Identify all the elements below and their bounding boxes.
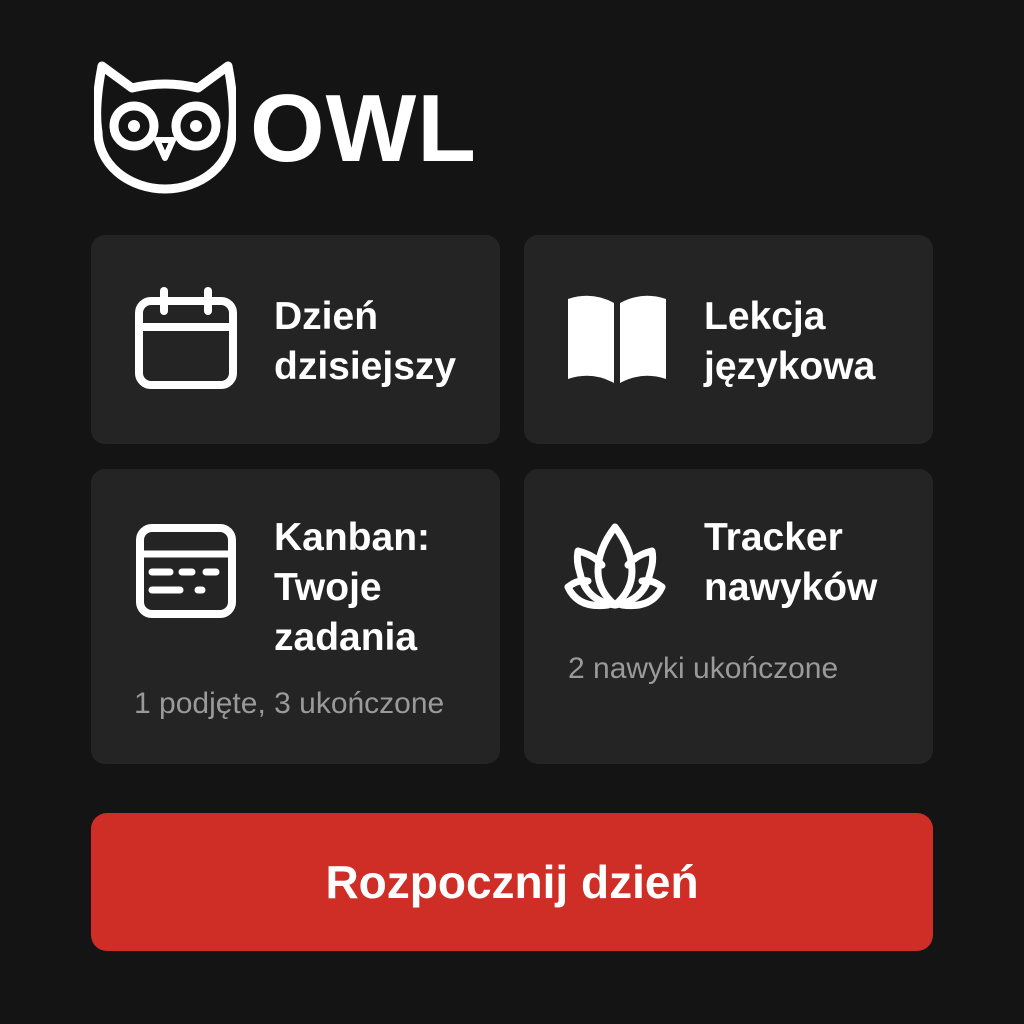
- start-day-button[interactable]: Rozpocznij dzień: [91, 813, 933, 951]
- card-habit-tracker-status: 2 nawyki ukończone: [568, 652, 839, 685]
- app-logo: OWL: [94, 58, 477, 194]
- open-book-icon: [568, 295, 666, 383]
- card-today-title: Dzień dzisiejszy: [274, 295, 457, 388]
- card-habit-tracker[interactable]: Tracker nawyków 2 nawyki ukończone: [524, 469, 933, 764]
- card-language-lesson[interactable]: Lekcja językowa: [524, 235, 933, 444]
- calendar-icon: [135, 287, 237, 389]
- card-kanban[interactable]: Kanban: Twoje zadania 1 podjęte, 3 ukońc…: [91, 469, 500, 764]
- card-kanban-title: Kanban: Twoje zadania: [274, 516, 430, 659]
- card-today[interactable]: Dzień dzisiejszy: [91, 235, 500, 444]
- kanban-board-icon: [136, 524, 236, 618]
- lotus-icon: [564, 523, 666, 610]
- app-name: OWL: [250, 75, 477, 182]
- owl-icon: [94, 61, 236, 194]
- card-language-lesson-title: Lekcja językowa: [704, 295, 876, 388]
- card-habit-tracker-title: Tracker nawyków: [704, 516, 878, 609]
- card-kanban-status: 1 podjęte, 3 ukończone: [134, 687, 445, 720]
